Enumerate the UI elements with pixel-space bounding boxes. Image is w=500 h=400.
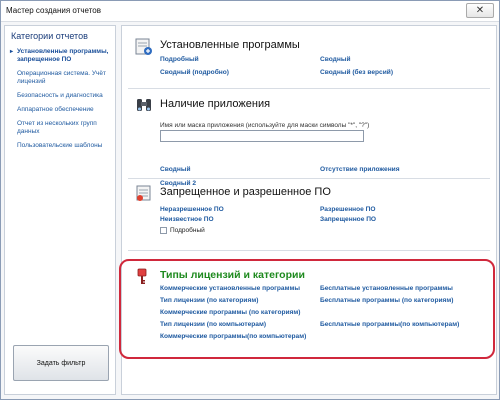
category-hardware[interactable]: Аппаратное обеспечение — [11, 106, 114, 114]
category-list: Установленные программы, запрещенное ПО … — [10, 48, 114, 156]
close-icon: ✕ — [475, 4, 485, 16]
sidebar-heading: Категории отчетов — [11, 31, 88, 41]
category-security[interactable]: Безопасность и диагностика — [11, 92, 114, 100]
category-multi-group-report[interactable]: Отчет из нескольких групп данных — [11, 120, 114, 136]
category-os-licenses[interactable]: Операционная система. Учёт лицензий — [11, 70, 114, 86]
report-wizard-window: Мастер создания отчетов ✕ Категории отче… — [0, 0, 500, 400]
categories-sidebar: Категории отчетов Установленные программ… — [4, 25, 116, 395]
category-user-templates[interactable]: Пользовательские шаблоны — [11, 142, 114, 150]
window-title: Мастер создания отчетов — [6, 6, 101, 15]
close-button[interactable]: ✕ — [466, 3, 494, 18]
category-installed-programs[interactable]: Установленные программы, запрещенное ПО — [10, 48, 114, 64]
title-bar: Мастер создания отчетов ✕ — [1, 1, 499, 22]
license-section-highlight — [119, 259, 495, 359]
set-filter-button[interactable]: Задать фильтр — [13, 345, 109, 381]
